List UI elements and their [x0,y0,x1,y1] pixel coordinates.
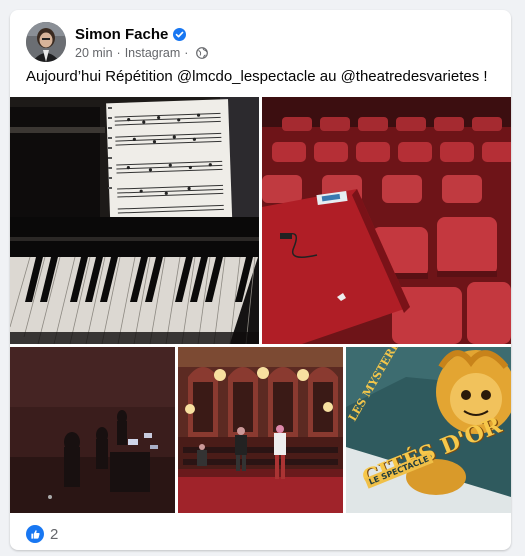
reaction-count[interactable]: 2 [50,526,58,543]
poster-line-1: LES MYSTERIEUSES [346,347,422,424]
globe-icon[interactable] [196,46,209,59]
post-meta: Simon Fache 20 min · Instagram · [75,25,209,60]
post-source: Instagram [124,45,181,60]
post-text: Aujourd’hui Répétition @lmcdo_lespectacl… [26,68,488,85]
photo-theatre-hall[interactable] [178,347,343,513]
post-subline: 20 min · Instagram · [75,45,209,60]
verified-badge-icon [173,27,187,41]
author-name[interactable]: Simon Fache [75,26,168,43]
photo-theatre-seats[interactable] [262,97,511,344]
post-header: Simon Fache 20 min · Instagram · [26,22,209,62]
separator-dot: · [184,45,189,60]
photo-poster[interactable]: LES MYSTERIEUSES CITÉS D'OR LE SPECTACLE [346,347,511,513]
separator-dot: · [116,45,121,60]
photo-dark-stage[interactable] [10,347,175,513]
reactions-bar: 2 [26,523,58,545]
post-card: Simon Fache 20 min · Instagram · Aujourd… [10,10,511,550]
post-time[interactable]: 20 min [75,46,113,60]
photo-piano[interactable] [10,97,259,344]
poster-title: LES MYSTERIEUSES CITÉS D'OR LE SPECTACLE [346,347,511,513]
author-row: Simon Fache [75,25,208,44]
author-avatar[interactable] [26,22,66,62]
thumbs-up-icon[interactable] [26,525,44,543]
photo-grid: LES MYSTERIEUSES CITÉS D'OR LE SPECTACLE [10,97,511,513]
